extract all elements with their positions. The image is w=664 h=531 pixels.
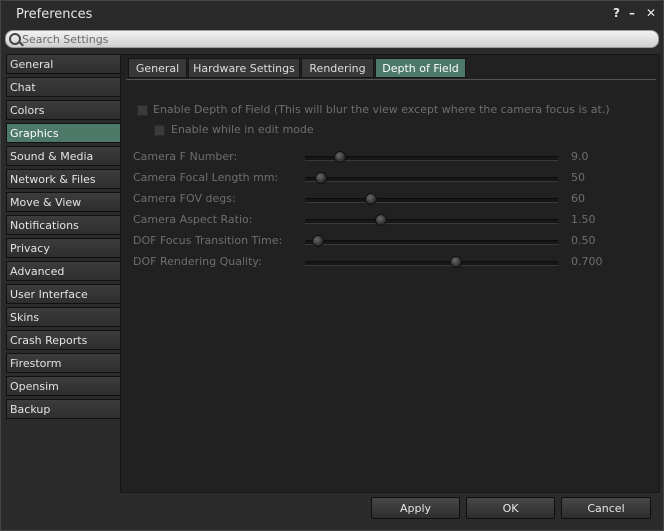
search-bar[interactable] xyxy=(5,30,659,48)
slider-label-transition-time: DOF Focus Transition Time: xyxy=(133,234,283,247)
search-input[interactable] xyxy=(22,31,622,47)
slider-label-focal-length: Camera Focal Length mm: xyxy=(133,171,279,184)
title-bar[interactable]: Preferences ? – ✕ xyxy=(1,1,663,30)
tab-rendering[interactable]: Rendering xyxy=(301,58,374,78)
sidebar-item-graphics[interactable]: Graphics xyxy=(6,123,121,143)
close-icon[interactable]: ✕ xyxy=(646,6,656,20)
tab-label: Depth of Field xyxy=(382,62,459,75)
slider-value-fov: 60 xyxy=(571,192,585,205)
tab-hardware-settings[interactable]: Hardware Settings xyxy=(188,58,300,78)
sidebar-item-label: Chat xyxy=(10,81,36,94)
edit-mode-checkbox[interactable] xyxy=(154,125,165,136)
sidebar-item-label: Firestorm xyxy=(10,357,62,370)
sidebar-item-notifications[interactable]: Notifications xyxy=(6,215,121,235)
sidebar-item-label: Backup xyxy=(10,403,51,416)
slider-knob[interactable] xyxy=(375,214,387,226)
sidebar-item-general[interactable]: General xyxy=(6,54,121,74)
sidebar-item-label: General xyxy=(10,58,54,71)
sidebar-item-colors[interactable]: Colors xyxy=(6,100,121,120)
sidebar-item-label: Network & Files xyxy=(10,173,96,186)
sidebar-item-label: User Interface xyxy=(10,288,88,301)
sidebar-item-opensim[interactable]: Opensim xyxy=(6,376,121,396)
edit-mode-label: Enable while in edit mode xyxy=(171,123,314,136)
sidebar-item-privacy[interactable]: Privacy xyxy=(6,238,121,258)
slider-value-aspect-ratio: 1.50 xyxy=(571,213,596,226)
preferences-window: Preferences ? – ✕ General Chat Colors Gr… xyxy=(0,0,664,531)
sidebar-item-label: Opensim xyxy=(10,380,59,393)
sidebar-item-label: Crash Reports xyxy=(10,334,88,347)
sidebar-item-label: Privacy xyxy=(10,242,50,255)
slider-value-rendering-quality: 0.700 xyxy=(571,255,603,268)
sidebar-item-skins[interactable]: Skins xyxy=(6,307,121,327)
settings-panel: General Hardware Settings Rendering Dept… xyxy=(120,54,660,493)
tab-label: Rendering xyxy=(309,62,366,75)
cancel-button-label: Cancel xyxy=(587,502,625,515)
sidebar-item-crash-reports[interactable]: Crash Reports xyxy=(6,330,121,350)
apply-button-label: Apply xyxy=(399,502,432,515)
sidebar-item-network-files[interactable]: Network & Files xyxy=(6,169,121,189)
sidebar-item-sound-media[interactable]: Sound & Media xyxy=(6,146,121,166)
enable-dof-checkbox[interactable] xyxy=(137,105,148,116)
slider-label-f-number: Camera F Number: xyxy=(133,150,238,163)
sidebar-item-move-view[interactable]: Move & View xyxy=(6,192,121,212)
search-icon xyxy=(9,33,21,45)
sidebar-item-label: Graphics xyxy=(10,127,59,140)
slider-focal-length[interactable] xyxy=(305,172,558,184)
slider-knob[interactable] xyxy=(312,235,324,247)
slider-knob[interactable] xyxy=(450,256,462,268)
help-icon[interactable]: ? xyxy=(613,6,620,20)
ok-button[interactable]: OK xyxy=(466,497,555,519)
slider-f-number[interactable] xyxy=(305,151,558,163)
slider-knob[interactable] xyxy=(365,193,377,205)
slider-knob[interactable] xyxy=(334,151,346,163)
tab-label: General xyxy=(135,62,180,75)
sidebar-item-label: Skins xyxy=(10,311,40,324)
tab-depth-of-field[interactable]: Depth of Field xyxy=(375,58,466,78)
sidebar-item-user-interface[interactable]: User Interface xyxy=(6,284,121,304)
slider-value-f-number: 9.0 xyxy=(571,150,589,163)
cancel-button[interactable]: Cancel xyxy=(561,497,651,519)
slider-label-fov: Camera FOV degs: xyxy=(133,192,236,205)
window-title: Preferences xyxy=(16,7,93,22)
slider-transition-time[interactable] xyxy=(305,235,558,247)
sidebar-item-firestorm[interactable]: Firestorm xyxy=(6,353,121,373)
sidebar-item-label: Sound & Media xyxy=(10,150,94,163)
sidebar-item-label: Advanced xyxy=(10,265,65,278)
apply-button[interactable]: Apply xyxy=(371,497,460,519)
tab-label: Hardware Settings xyxy=(193,62,295,75)
minimize-icon[interactable]: – xyxy=(629,6,635,20)
sidebar-item-backup[interactable]: Backup xyxy=(6,399,121,419)
sidebar-item-label: Notifications xyxy=(10,219,79,232)
slider-rendering-quality[interactable] xyxy=(305,256,558,268)
slider-fov[interactable] xyxy=(305,193,558,205)
slider-value-transition-time: 0.50 xyxy=(571,234,596,247)
sidebar-item-chat[interactable]: Chat xyxy=(6,77,121,97)
tab-general[interactable]: General xyxy=(128,58,187,78)
slider-aspect-ratio[interactable] xyxy=(305,214,558,226)
tab-divider xyxy=(126,79,656,80)
slider-label-rendering-quality: DOF Rendering Quality: xyxy=(133,255,262,268)
sidebar-item-label: Move & View xyxy=(10,196,82,209)
slider-value-focal-length: 50 xyxy=(571,171,585,184)
slider-label-aspect-ratio: Camera Aspect Ratio: xyxy=(133,213,253,226)
enable-dof-label: Enable Depth of Field (This will blur th… xyxy=(153,103,610,116)
sidebar-item-label: Colors xyxy=(10,104,45,117)
slider-knob[interactable] xyxy=(315,172,327,184)
sidebar-item-advanced[interactable]: Advanced xyxy=(6,261,121,281)
ok-button-label: OK xyxy=(502,502,519,515)
